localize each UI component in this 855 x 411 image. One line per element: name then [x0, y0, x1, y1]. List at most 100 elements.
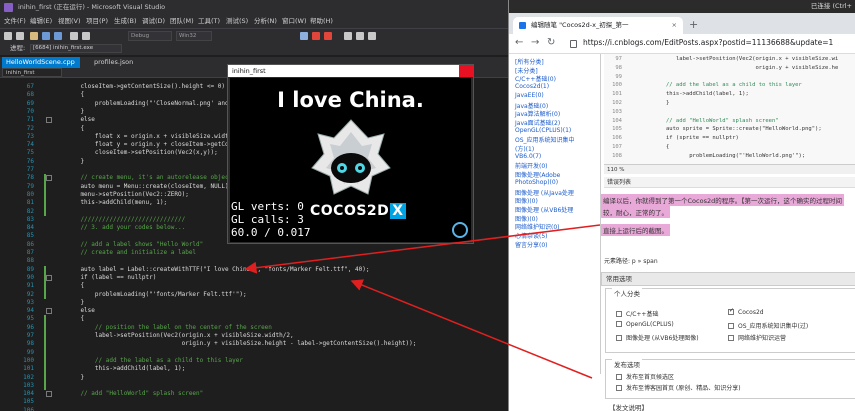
fold-toggle-icon[interactable] [46, 117, 52, 124]
post-note-link[interactable]: 【发文说明】 [609, 402, 648, 411]
code-line: { [66, 315, 85, 323]
pause-icon[interactable] [300, 32, 308, 40]
tab-close-icon[interactable]: × [672, 17, 677, 34]
checkbox-label: C/C++基础 [626, 311, 659, 318]
category-checkbox[interactable]: 网络维护知识运营 [728, 333, 786, 342]
tab-profiles-json[interactable]: profiles.json [90, 57, 150, 68]
publish-checkbox[interactable]: 发布至博客园首页 (原创、精品、知识分享) [616, 383, 741, 392]
forward-icon[interactable] [16, 32, 24, 40]
fold-toggle-icon[interactable] [46, 274, 52, 281]
category-link[interactable]: OS_应用系统知识集中 [515, 135, 575, 144]
line-number: 101 [23, 365, 34, 373]
category-link[interactable]: Cocos2d(1) [515, 83, 549, 90]
browser-tab[interactable]: 编辑随笔 "Cocos2d-x_初探_第一 × [513, 17, 683, 34]
top-bar-status: 已连接 (Ctrl+ [810, 2, 852, 10]
publish-checkbox[interactable]: 发布至首页候选区 [616, 372, 674, 381]
checkbox-icon[interactable] [728, 307, 734, 315]
undo-icon[interactable] [70, 32, 78, 40]
category-link[interactable]: OpenGL(CPLUS)(1) [515, 127, 571, 134]
forward-icon[interactable]: → [531, 37, 539, 48]
category-checkbox[interactable]: 图像处理 (从VB6处理图像) [616, 333, 699, 342]
close-icon[interactable] [459, 65, 473, 77]
category-link[interactable]: C/C++基础(0) [515, 74, 556, 83]
menu-item[interactable]: 项目(P) [86, 15, 108, 28]
line-number: 78 [26, 174, 34, 182]
checkbox-icon[interactable] [616, 385, 622, 391]
menu-item[interactable]: 调试(D) [142, 15, 165, 28]
category-link[interactable]: 图像处理 (从VB6处理 [515, 205, 573, 214]
category-link[interactable]: Java面试基础(2) [515, 118, 560, 127]
fold-toggle-icon[interactable] [46, 175, 52, 182]
code-line: this->addChild(menu, 1); [66, 199, 168, 207]
menu-item[interactable]: 测试(S) [226, 15, 248, 28]
fold-toggle-icon[interactable] [46, 391, 52, 398]
menu-item[interactable]: 团队(M) [170, 15, 194, 28]
category-link[interactable]: Java基础(0) [515, 101, 548, 110]
category-link[interactable]: (方)(1) [515, 144, 534, 153]
menu-item[interactable]: 分析(N) [254, 15, 277, 28]
power-icon[interactable] [452, 222, 468, 238]
save-icon[interactable] [42, 32, 50, 40]
checkbox-icon[interactable] [728, 335, 734, 341]
post-content[interactable]: 编译以后，你就得到了第一个Cocos2d的程序。【第一次运行，这个确实的过程时间… [601, 190, 855, 262]
category-link[interactable]: 图像)(0) [515, 214, 538, 223]
category-link[interactable]: 前端开发(0) [515, 161, 548, 170]
category-checkbox[interactable]: OpenGL(CPLUS) [616, 321, 674, 328]
config-dropdown[interactable]: Debug [128, 31, 172, 41]
menu-item[interactable]: 编辑(E) [30, 15, 52, 28]
open-folder-icon[interactable] [30, 32, 38, 40]
restart-icon[interactable] [324, 32, 332, 40]
redo-icon[interactable] [82, 32, 90, 40]
step-over-icon[interactable] [356, 32, 364, 40]
tab-helloworldscene[interactable]: HelloWorldScene.cpp [2, 57, 80, 68]
menu-item[interactable]: 帮助(H) [310, 15, 333, 28]
line-number: 79 [26, 182, 34, 190]
menu-item[interactable]: 窗口(W) [282, 15, 307, 28]
menu-item[interactable]: 工具(T) [198, 15, 220, 28]
category-link[interactable]: 图像处理(Adobe [515, 170, 560, 179]
process-dropdown[interactable]: [6684] inihin_first.exe [30, 44, 122, 53]
category-link[interactable]: [未分类] [515, 66, 538, 75]
fold-toggle-icon[interactable] [46, 308, 52, 315]
category-checkbox[interactable]: C/C++基础 [616, 309, 658, 318]
category-link[interactable]: VB6.0(7) [515, 153, 541, 160]
category-link[interactable]: PhotoShop)(0) [515, 179, 558, 186]
category-link[interactable]: JavaEE(0) [515, 92, 544, 99]
reload-icon[interactable]: ↻ [547, 37, 555, 48]
category-link[interactable]: 心情杂谈(5) [515, 231, 548, 240]
category-link[interactable]: [所有分类] [515, 57, 544, 66]
back-icon[interactable]: ← [515, 37, 523, 48]
category-link[interactable]: 留言分享(0) [515, 240, 548, 249]
line-number: 67 [26, 83, 34, 90]
checkbox-icon[interactable] [616, 374, 622, 380]
checkbox-icon[interactable] [616, 321, 622, 327]
checkbox-icon[interactable] [616, 335, 622, 341]
category-checkbox[interactable]: OS_应用系统知识集中(过) [728, 321, 808, 330]
checkbox-icon[interactable] [728, 323, 734, 329]
category-link[interactable]: 网络维护知识(0) [515, 222, 560, 231]
category-link[interactable]: 图像)(0) [515, 196, 538, 205]
step-into-icon[interactable] [344, 32, 352, 40]
line-number: 85 [26, 232, 34, 240]
blog-code-editor[interactable]: 97 98 99 100 101 102 103 104 105 106 107 108 label->… [604, 54, 855, 164]
category-checkbox[interactable]: Cocos2d [728, 307, 764, 316]
line-number: 68 [26, 91, 34, 99]
category-link[interactable]: Java算法解析(0) [515, 109, 560, 118]
menu-item[interactable]: 生成(B) [114, 15, 137, 28]
menu-item[interactable]: 视图(V) [58, 15, 81, 28]
stop-icon[interactable] [312, 32, 320, 40]
back-icon[interactable] [4, 32, 12, 40]
platform-dropdown[interactable]: Win32 [176, 31, 212, 41]
category-link[interactable]: 图像处理 (从Java处理 [515, 188, 574, 197]
checkbox-icon[interactable] [616, 311, 622, 317]
new-tab-icon[interactable]: + [689, 18, 698, 31]
step-out-icon[interactable] [368, 32, 376, 40]
url-field[interactable]: https://i.cnblogs.com/EditPosts.aspx?pos… [583, 38, 833, 47]
common-options-header[interactable]: 常用选项 [601, 272, 855, 286]
browser-tab-strip: 编辑随笔 "Cocos2d-x_初探_第一 × + [509, 13, 855, 34]
scope-dropdown[interactable]: inihin_first [2, 68, 62, 77]
menu-item[interactable]: 文件(F) [4, 15, 26, 28]
code-line: closeItem->getContentSize().height <= 0) [66, 83, 225, 90]
save-all-icon[interactable] [54, 32, 62, 40]
editor-code-line: } [666, 100, 670, 106]
